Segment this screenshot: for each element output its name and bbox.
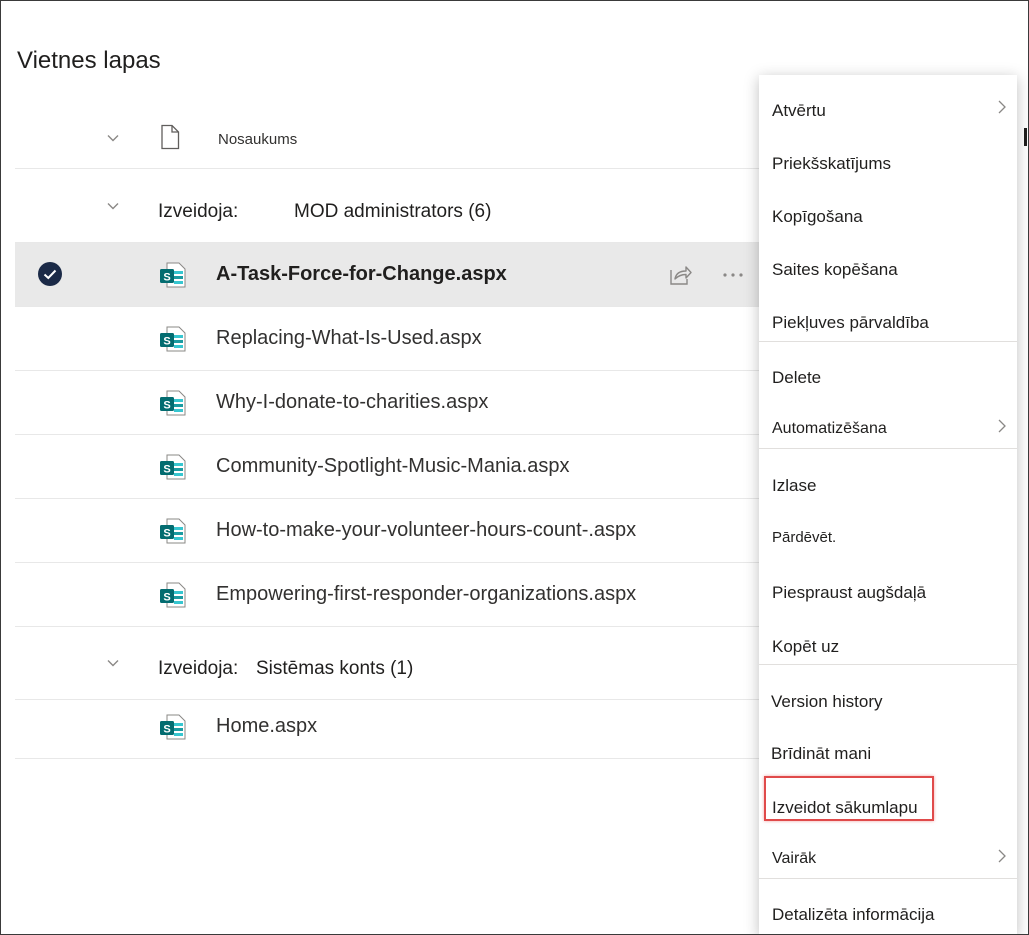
menu-item-rename[interactable]: Pārdēvēt. xyxy=(759,510,1017,562)
chevron-down-icon[interactable] xyxy=(103,128,123,148)
more-icon[interactable] xyxy=(720,263,746,287)
menu-item-copy-to[interactable]: Kopēt uz xyxy=(759,618,1017,670)
svg-text:S: S xyxy=(163,724,170,736)
menu-item-details[interactable]: Detalizēta informācija xyxy=(759,886,1017,934)
menu-item-open[interactable]: Atvērtu xyxy=(759,82,1017,134)
menu-item-label: Automatizēšana xyxy=(772,420,887,437)
menu-divider xyxy=(759,878,1017,879)
menu-divider xyxy=(759,448,1017,449)
chevron-down-icon[interactable] xyxy=(103,653,123,673)
menu-item-copy-link[interactable]: Saites kopēšana xyxy=(759,241,1017,293)
menu-item-label: Brīdināt mani xyxy=(771,744,872,763)
menu-item-label: Izlase xyxy=(772,476,817,495)
menu-divider xyxy=(759,341,1017,342)
app-frame: Vietnes lapas Nosaukums Izveidoja: MOD a… xyxy=(0,0,1029,935)
share-icon[interactable] xyxy=(667,262,693,288)
svg-text:S: S xyxy=(163,464,170,476)
chevron-right-icon xyxy=(995,98,1009,116)
chevron-right-icon xyxy=(995,847,1009,865)
menu-item-label: Piekļuves pārvaldība xyxy=(772,313,929,332)
chevron-down-icon[interactable] xyxy=(103,196,123,216)
menu-divider xyxy=(759,664,1017,665)
menu-item-pin-to-top[interactable]: Piespraust augšdaļā xyxy=(759,564,1017,616)
sharepoint-page-icon: S xyxy=(159,261,187,289)
menu-item-label: Kopīgošana xyxy=(772,207,863,226)
svg-text:S: S xyxy=(163,336,170,348)
menu-item-label: Priekšskatījums xyxy=(772,154,892,173)
sharepoint-page-icon: S xyxy=(159,453,187,481)
file-name-link[interactable]: How-to-make-your-volunteer-hours-count-.… xyxy=(216,519,636,542)
menu-item-label: Piespraust augšdaļā xyxy=(772,583,927,602)
column-name-header[interactable]: Nosaukums xyxy=(218,131,297,148)
menu-item-version-history[interactable]: Version history xyxy=(759,673,1017,725)
menu-item-alert-me[interactable]: Brīdināt mani xyxy=(759,725,1017,777)
sharepoint-page-icon: S xyxy=(159,517,187,545)
file-name-link[interactable]: Replacing-What-Is-Used.aspx xyxy=(216,327,482,350)
checkmark-circle-icon[interactable] xyxy=(37,261,63,287)
menu-item-manage-access[interactable]: Piekļuves pārvaldība xyxy=(759,294,1017,346)
menu-item-label: Detalizēta informācija xyxy=(772,905,935,924)
sharepoint-page-icon: S xyxy=(159,325,187,353)
sharepoint-page-icon: S xyxy=(159,389,187,417)
group-label: Izveidoja: xyxy=(158,658,239,679)
group-value: Sistēmas konts (1) xyxy=(256,658,414,679)
file-name-link[interactable]: Community-Spotlight-Music-Mania.aspx xyxy=(216,455,569,478)
sharepoint-page-icon: S xyxy=(159,713,187,741)
group-value: MOD administrators (6) xyxy=(294,201,492,222)
file-name-link[interactable]: Why-I-donate-to-charities.aspx xyxy=(216,391,488,414)
menu-item-preview[interactable]: Priekšskatījums xyxy=(759,135,1017,187)
chevron-right-icon xyxy=(995,417,1009,435)
scroll-edge-marker xyxy=(1024,128,1027,146)
highlight-box xyxy=(764,776,934,821)
menu-item-label: Vairāk xyxy=(772,850,817,867)
menu-item-favorite[interactable]: Izlase xyxy=(759,457,1017,509)
menu-item-label: Pārdēvēt. xyxy=(772,529,837,546)
file-name-link[interactable]: A-Task-Force-for-Change.aspx xyxy=(216,263,507,286)
menu-item-label: Kopēt uz xyxy=(772,637,840,656)
menu-item-label: Atvērtu xyxy=(772,101,826,120)
file-name-link[interactable]: Empowering-first-responder-organizations… xyxy=(216,583,636,606)
page-title: Vietnes lapas xyxy=(17,47,161,74)
menu-item-automate[interactable]: Automatizēšana xyxy=(759,401,1017,453)
menu-item-more[interactable]: Vairāk xyxy=(759,831,1017,883)
document-icon xyxy=(159,124,181,150)
menu-item-label: Saites kopēšana xyxy=(772,260,898,279)
menu-item-share[interactable]: Kopīgošana xyxy=(759,188,1017,240)
menu-item-label: Version history xyxy=(771,692,883,711)
menu-item-delete[interactable]: Delete xyxy=(759,349,1017,401)
svg-text:S: S xyxy=(163,400,170,412)
svg-text:S: S xyxy=(163,272,170,284)
menu-item-label: Delete xyxy=(772,368,822,387)
sharepoint-page-icon: S xyxy=(159,581,187,609)
file-name-link[interactable]: Home.aspx xyxy=(216,715,317,738)
svg-text:S: S xyxy=(163,592,170,604)
svg-text:S: S xyxy=(163,528,170,540)
group-label: Izveidoja: xyxy=(158,201,239,222)
